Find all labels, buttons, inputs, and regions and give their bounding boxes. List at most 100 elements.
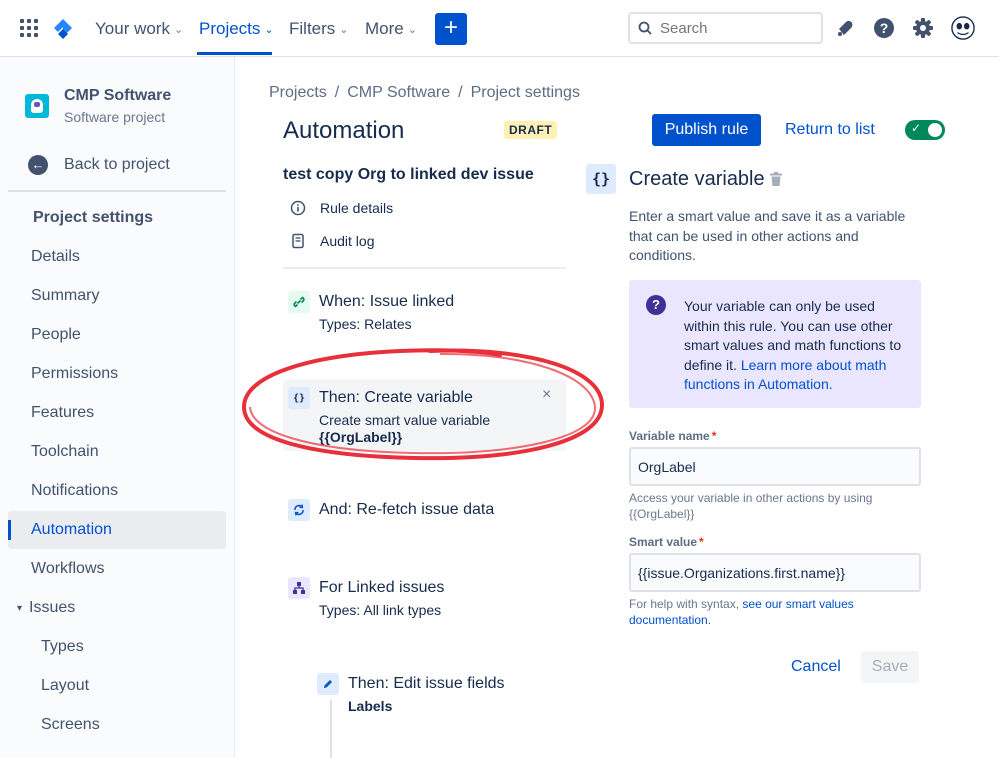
project-name: CMP Software <box>64 87 172 104</box>
step-subtitle: Types: Relates <box>319 316 412 332</box>
refresh-icon <box>288 499 310 521</box>
sidebar-divider <box>8 190 226 192</box>
project-sidebar: CMP Software Software project ← Back to … <box>0 57 235 758</box>
toggle-knob <box>928 123 942 137</box>
sidebar-item-features[interactable]: Features <box>8 394 226 432</box>
sidebar-item-screens[interactable]: Screens <box>8 706 226 744</box>
info-icon <box>290 200 306 216</box>
smart-value-field[interactable] <box>629 553 921 592</box>
sidebar-heading: Project settings <box>33 209 154 226</box>
sidebar-item-notifications[interactable]: Notifications <box>8 472 226 510</box>
svg-text:?: ? <box>880 20 889 36</box>
variable-name-label: Variable name * <box>629 429 716 443</box>
status-badge: DRAFT <box>504 121 558 139</box>
breadcrumb-separator: / <box>458 84 463 101</box>
back-to-project-label: Back to project <box>64 156 170 173</box>
sidebar-item-people[interactable]: People <box>8 316 226 354</box>
arrow-left-icon: ← <box>28 155 48 175</box>
required-marker: * <box>711 429 717 443</box>
audit-log-label: Audit log <box>320 233 375 249</box>
save-button[interactable]: Save <box>861 651 919 683</box>
sidebar-item-summary[interactable]: Summary <box>8 277 226 315</box>
page-title: Automation <box>283 117 405 144</box>
pencil-icon <box>317 673 339 695</box>
sidebar-item-issues[interactable]: ▾ Issues <box>8 589 226 627</box>
variable-name-label-text: Variable name <box>629 429 710 443</box>
braces-icon: {} <box>288 387 310 409</box>
step-subtitle: Create smart value variable <box>319 412 491 428</box>
variable-name-help: Access your variable in other actions by… <box>629 491 873 521</box>
sidebar-item-label: Types <box>41 638 84 655</box>
nav-your-work-label: Your work <box>95 19 170 38</box>
audit-log-link[interactable]: Audit log <box>290 233 374 249</box>
project-type: Software project <box>64 109 166 125</box>
publish-rule-button[interactable]: Publish rule <box>652 114 761 146</box>
notifications-icon[interactable] <box>833 16 857 40</box>
info-message: Your variable can only be used within th… <box>684 297 909 395</box>
create-button[interactable]: + <box>435 13 467 45</box>
step-subtitle: Types: All link types <box>319 602 442 618</box>
breadcrumb-projects[interactable]: Projects <box>269 84 327 102</box>
branch-connector-line <box>330 700 332 758</box>
nav-filters-label: Filters <box>289 19 336 38</box>
search-icon <box>638 21 652 35</box>
breadcrumb-separator: / <box>334 84 340 101</box>
rule-details-label: Rule details <box>320 200 394 216</box>
back-to-project-link[interactable]: ← Back to project <box>28 155 170 175</box>
rule-name: test copy Org to linked dev issue <box>283 166 534 183</box>
rule-enabled-toggle[interactable]: ✓ <box>905 120 945 140</box>
sidebar-item-toolchain[interactable]: Toolchain <box>8 433 226 471</box>
help-icon[interactable]: ? <box>872 16 896 40</box>
cancel-button[interactable]: Cancel <box>791 658 841 676</box>
variable-name-input[interactable] <box>638 458 912 475</box>
profile-avatar-icon[interactable] <box>951 16 975 40</box>
project-avatar <box>25 94 49 118</box>
top-navigation: Your work ⌄ Projects ⌄ Filters ⌄ More ⌄ … <box>0 0 999 57</box>
nav-filters[interactable]: Filters ⌄ <box>289 19 349 39</box>
sidebar-item-label: Layout <box>41 677 90 694</box>
rule-divider <box>283 267 566 269</box>
search-input[interactable] <box>660 19 810 37</box>
step-title: Then: Create variable <box>319 389 473 406</box>
rule-details-link[interactable]: Rule details <box>290 200 393 216</box>
chevron-down-icon: ⌄ <box>339 23 349 36</box>
sidebar-item-automation[interactable]: Automation <box>8 511 226 549</box>
sidebar-item-label: People <box>31 326 81 343</box>
smart-value-input[interactable] <box>638 564 912 581</box>
step-title: And: Re-fetch issue data <box>319 501 495 518</box>
close-icon[interactable]: × <box>542 386 551 404</box>
step-title: When: Issue linked <box>319 293 455 310</box>
sidebar-item-label: Permissions <box>31 365 119 382</box>
step-title: For Linked issues <box>319 579 445 596</box>
panel-description: Enter a smart value and save it as a var… <box>629 208 906 263</box>
variable-name-field[interactable] <box>629 447 921 486</box>
step-subtitle: Labels <box>348 698 393 714</box>
return-to-list-link[interactable]: Return to list <box>785 121 875 139</box>
nav-more[interactable]: More ⌄ <box>365 19 417 39</box>
chevron-down-icon: ⌄ <box>407 23 417 36</box>
sidebar-item-types[interactable]: Types <box>8 628 226 666</box>
app-switcher-icon[interactable] <box>20 19 38 37</box>
smart-value-help: For help with syntax, see our smart valu… <box>629 597 921 628</box>
breadcrumb-project-settings[interactable]: Project settings <box>471 84 580 102</box>
sidebar-item-layout[interactable]: Layout <box>8 667 226 705</box>
branch-icon <box>288 577 310 599</box>
jira-logo-icon[interactable] <box>52 17 74 41</box>
trash-icon[interactable] <box>770 172 782 186</box>
sidebar-item-permissions[interactable]: Permissions <box>8 355 226 393</box>
panel-title: Create variable <box>629 168 765 190</box>
search-box[interactable] <box>628 12 823 44</box>
sidebar-item-label: Automation <box>31 521 112 538</box>
chevron-down-icon: ▾ <box>17 602 23 614</box>
sidebar-item-details[interactable]: Details <box>8 238 226 276</box>
nav-projects[interactable]: Projects ⌄ <box>199 19 274 39</box>
braces-icon: {} <box>586 164 616 194</box>
sidebar-item-label: Toolchain <box>31 443 99 460</box>
breadcrumb-cmp-software[interactable]: CMP Software <box>347 84 450 102</box>
sidebar-item-label: Issues <box>29 599 76 616</box>
step-variable-name: {{OrgLabel}} <box>319 429 403 445</box>
sidebar-item-workflows[interactable]: Workflows <box>8 550 226 588</box>
settings-icon[interactable] <box>911 16 935 40</box>
nav-your-work[interactable]: Your work ⌄ <box>95 19 183 39</box>
smart-value-help-text: For help with syntax, <box>629 597 740 611</box>
